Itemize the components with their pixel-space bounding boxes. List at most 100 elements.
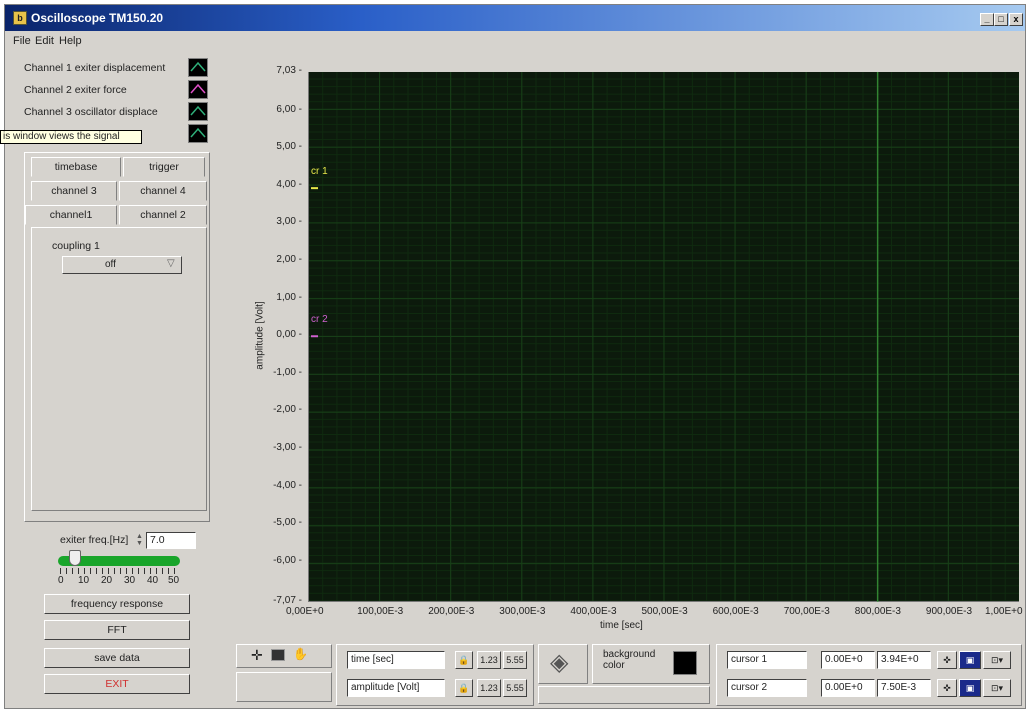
waveform-graph[interactable]: cr 1 cr 2 — [308, 72, 1019, 602]
palette-spacer — [236, 672, 332, 702]
hand-icon[interactable]: ✋ — [293, 647, 308, 661]
cursor-1-y[interactable]: 3.94E+0 — [877, 651, 931, 669]
slider-scale-label: 50 — [168, 575, 180, 586]
maximize-button[interactable]: □ — [994, 13, 1008, 26]
slider-scale-label: 10 — [78, 575, 90, 586]
exit-button[interactable]: EXIT — [44, 674, 190, 694]
y-tick-label: -6,00 - — [273, 554, 302, 566]
y-tick-label: -3,00 - — [273, 442, 302, 453]
x-tick-label: 400,00E-3 — [570, 606, 617, 617]
y-tick-label: 2,00 - — [276, 254, 302, 266]
x-tick-label: 1,00E+0 — [985, 606, 1023, 617]
cursor-style-icon[interactable]: ▣ — [959, 679, 981, 697]
y-tick-label: 5,00 - — [276, 141, 302, 153]
legend-label: Channel 3 oscillator displace — [24, 106, 158, 118]
slider-scale-label: 20 — [101, 575, 113, 586]
x-tick-label: 300,00E-3 — [499, 606, 546, 617]
coupling-value: off — [105, 259, 116, 270]
legend-swatch[interactable] — [188, 102, 208, 121]
x-tick-label: 800,00E-3 — [854, 606, 901, 617]
exciter-freq-input[interactable]: 7.0 — [146, 532, 196, 549]
background-color-label: background color — [603, 649, 656, 671]
axis-format-panel: time [sec] amplitude [Volt] 🔒 1.23 5.55 … — [336, 644, 534, 706]
legend-row-channel-3[interactable]: Channel 3 oscillator displace — [6, 102, 210, 122]
x-tick-label: 0,00E+0 — [286, 606, 324, 617]
spinner-icon[interactable]: ▲ ▼ — [136, 533, 144, 549]
cursor-label: cr 1 — [311, 166, 328, 177]
y-tick-label: -5,00 - — [273, 517, 302, 529]
tab-channel-3[interactable]: channel 3 — [31, 181, 117, 201]
tab-channel-4[interactable]: channel 4 — [119, 181, 207, 201]
lock-icon[interactable]: 🔒 — [455, 651, 473, 669]
y-tick-label: -2,00 - — [273, 404, 302, 416]
x-precision-button[interactable]: 5.55 — [503, 651, 527, 669]
y-format-button[interactable]: 1.23 — [477, 679, 501, 697]
cursor-2-x[interactable]: 0.00E+0 — [821, 679, 875, 697]
channel-1-settings: coupling 1 off ▽ — [31, 227, 207, 511]
menu-file[interactable]: File — [13, 35, 31, 47]
slider-scale-label: 0 — [58, 575, 64, 586]
legend-label: Channel 2 exiter force — [24, 84, 127, 96]
frequency-response-button[interactable]: frequency response — [44, 594, 190, 614]
minimize-button[interactable]: _ — [980, 13, 994, 26]
tooltip: is window views the signal — [0, 130, 142, 144]
cursor-options-icon[interactable]: ⊡▾ — [983, 679, 1011, 697]
y-axis-label: amplitude [Volt] — [254, 301, 266, 370]
y-tick-label: 4,00 - — [276, 178, 302, 190]
x-tick-label: 900,00E-3 — [925, 606, 973, 617]
coupling-select[interactable]: off ▽ — [62, 256, 182, 274]
y-precision-button[interactable]: 5.55 — [503, 679, 527, 697]
close-button[interactable]: x — [1009, 13, 1023, 26]
legend-swatch[interactable] — [188, 124, 208, 143]
save-data-button[interactable]: save data — [44, 648, 190, 668]
crosshair-icon[interactable]: ✛ — [251, 647, 263, 664]
cursor-lock-icon[interactable]: ✜ — [937, 679, 957, 697]
fft-button[interactable]: FFT — [44, 620, 190, 640]
tab-channel-1[interactable]: channel1 — [25, 205, 117, 225]
cursor-mover[interactable]: ◈ — [538, 644, 588, 684]
legend-swatch[interactable] — [188, 58, 208, 77]
cursor-options-icon[interactable]: ⊡▾ — [983, 651, 1011, 669]
cursor-1-x[interactable]: 0.00E+0 — [821, 651, 875, 669]
graph-palette: ✛ ✋ — [236, 644, 332, 668]
cursor-2-name[interactable]: cursor 2 — [727, 679, 807, 697]
coupling-label: coupling 1 — [52, 240, 100, 252]
legend-label: Channel 1 exiter displacement — [24, 62, 166, 74]
y-tick-label: 3,00 - — [276, 216, 302, 228]
y-tick-label: 6,00 - — [276, 103, 302, 115]
zoom-icon[interactable] — [271, 649, 285, 661]
cursor-1-name[interactable]: cursor 1 — [727, 651, 807, 669]
cursor-lock-icon[interactable]: ✜ — [937, 651, 957, 669]
x-tick-label: 600,00E-3 — [712, 606, 759, 617]
slider-thumb[interactable] — [69, 550, 82, 566]
lock-icon[interactable]: 🔒 — [455, 679, 473, 697]
tab-trigger[interactable]: trigger — [123, 157, 205, 177]
app-icon: b — [13, 11, 27, 25]
cursor-panel: cursor 1 0.00E+0 3.94E+0 ✜ ▣ ⊡▾ cursor 2… — [716, 644, 1022, 706]
settings-tab-panel: timebase trigger channel 3 channel 4 cha… — [24, 152, 210, 522]
x-tick-label: 700,00E-3 — [783, 606, 830, 617]
exciter-freq-label: exiter freq.[Hz] — [60, 534, 129, 546]
spacer-box — [538, 686, 710, 704]
menu-edit[interactable]: Edit — [35, 35, 54, 47]
background-color-picker[interactable] — [673, 651, 697, 675]
title-bar[interactable]: b Oscilloscope TM150.20 _ □ x — [5, 5, 1025, 31]
legend-swatch[interactable] — [188, 80, 208, 99]
x-tick-label: 200,00E-3 — [428, 606, 475, 617]
diamond-navigator-icon[interactable]: ◈ — [550, 651, 568, 675]
cursor-2-y[interactable]: 7.50E-3 — [877, 679, 931, 697]
cursor-style-icon[interactable]: ▣ — [959, 651, 981, 669]
x-axis-name-field[interactable]: time [sec] — [347, 651, 445, 669]
y-axis-name-field[interactable]: amplitude [Volt] — [347, 679, 445, 697]
legend-row-channel-2[interactable]: Channel 2 exiter force — [6, 80, 210, 100]
x-format-button[interactable]: 1.23 — [477, 651, 501, 669]
cursor-label: cr 2 — [311, 314, 328, 325]
menu-bar: File Edit Help — [5, 31, 1025, 51]
tab-timebase[interactable]: timebase — [31, 157, 121, 177]
y-tick-label: 7,03 - — [276, 65, 302, 76]
background-color-panel: background color — [592, 644, 710, 684]
tab-channel-2[interactable]: channel 2 — [119, 205, 207, 225]
legend-row-channel-1[interactable]: Channel 1 exiter displacement — [6, 58, 210, 78]
menu-help[interactable]: Help — [59, 35, 82, 47]
x-tick-label: 500,00E-3 — [641, 606, 688, 617]
